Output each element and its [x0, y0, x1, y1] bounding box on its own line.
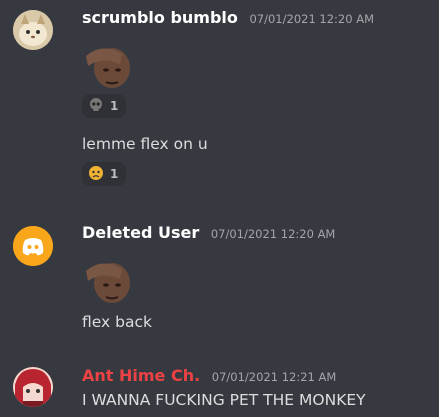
sticker-face-image[interactable]: [82, 36, 138, 92]
avatar-discord[interactable]: [13, 226, 53, 266]
timestamp: 07/01/2021 12:20 AM: [249, 12, 375, 26]
username[interactable]: Deleted User 07/01/2021 12:20 AM: [82, 223, 335, 242]
message-text: lemme flex on u: [82, 135, 208, 153]
username-text[interactable]: Ant Hime Ch.: [82, 366, 200, 385]
reaction-count: 1: [110, 99, 119, 113]
username[interactable]: Ant Hime Ch. 07/01/2021 12:21 AM: [82, 366, 336, 385]
timestamp: 07/01/2021 12:20 AM: [210, 227, 336, 241]
avatar-anime[interactable]: [13, 367, 53, 407]
reaction-count: 1: [110, 167, 119, 181]
username-text[interactable]: scrumblo bumblo: [82, 8, 238, 27]
timestamp: 07/01/2021 12:21 AM: [211, 370, 337, 384]
sad-cat-icon: [88, 165, 104, 184]
skull-icon: [88, 97, 104, 116]
sticker-face-image[interactable]: [82, 251, 138, 307]
username[interactable]: scrumblo bumblo 07/01/2021 12:20 AM: [82, 8, 374, 27]
avatar-cat[interactable]: [13, 10, 53, 50]
username-text[interactable]: Deleted User: [82, 223, 199, 242]
message-text: flex back: [82, 313, 152, 331]
reaction-skull[interactable]: 1: [82, 94, 127, 118]
message-text: I WANNA FUCKING PET THE MONKEY: [82, 391, 366, 409]
reaction-sad-cat[interactable]: 1: [82, 162, 127, 186]
